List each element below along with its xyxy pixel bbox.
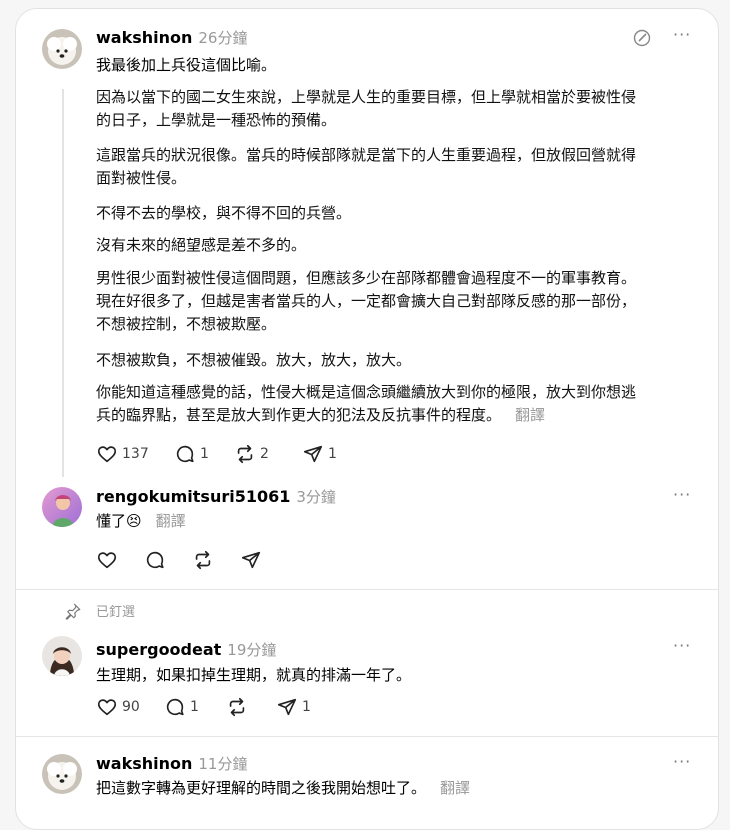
- post-time[interactable]: 3分鐘: [296, 488, 336, 506]
- send-icon: [303, 445, 323, 463]
- post-username[interactable]: wakshinon 26分鐘: [96, 27, 247, 48]
- username[interactable]: supergoodeat: [96, 640, 221, 659]
- post-username[interactable]: wakshinon 11分鐘: [96, 753, 247, 774]
- reply-count: 1: [200, 446, 209, 462]
- paragraph: 不得不去的學校，與不得不回的兵營。: [96, 204, 352, 222]
- like-button[interactable]: 90: [96, 696, 140, 718]
- repost-button[interactable]: [192, 549, 214, 571]
- like-button[interactable]: [96, 549, 118, 571]
- avatar[interactable]: [42, 29, 82, 69]
- post-time[interactable]: 26分鐘: [198, 29, 247, 47]
- reply-button[interactable]: 1: [164, 696, 199, 718]
- repost-count: 2: [260, 446, 269, 462]
- share-button[interactable]: [240, 549, 262, 571]
- share-count: 1: [328, 446, 337, 462]
- comment-icon: [166, 698, 184, 716]
- translate-link[interactable]: 翻譯: [156, 512, 186, 530]
- paragraph: 男性很少面對被性侵這個問題，但應該多少在部隊都體會過程度不一的軍事教育。 現在好很…: [96, 269, 637, 333]
- avatar[interactable]: [42, 487, 82, 527]
- username[interactable]: rengokumitsuri51061: [96, 487, 290, 506]
- repost-icon: [237, 444, 253, 464]
- pinned-label: 已釘選: [64, 601, 135, 620]
- post-username[interactable]: rengokumitsuri51061 3分鐘: [96, 486, 336, 507]
- paragraph: 沒有未來的絕望感是差不多的。: [96, 236, 307, 254]
- more-icon[interactable]: ···: [673, 485, 691, 504]
- reply-count: 1: [190, 699, 199, 715]
- comment-icon: [146, 551, 164, 569]
- share-button[interactable]: 1: [276, 696, 311, 718]
- reply-button[interactable]: [144, 549, 166, 571]
- like-count: 90: [122, 699, 140, 715]
- heart-icon: [97, 552, 117, 569]
- translate-link[interactable]: 翻譯: [440, 779, 470, 797]
- username[interactable]: wakshinon: [96, 28, 192, 47]
- like-count: 137: [122, 446, 149, 462]
- comment-icon: [176, 445, 194, 463]
- post-intro: 我最後加上兵役這個比喻。: [96, 56, 277, 74]
- thread-card: wakshinon 26分鐘 ··· 我最後加上兵役這個比喻。 因為以當下的國二女…: [15, 8, 719, 830]
- repost-icon: [195, 550, 211, 570]
- reply-button[interactable]: 1: [174, 443, 209, 465]
- post-text: 生理期，如果扣掉生理期，就真的排滿一年了。: [96, 666, 412, 684]
- heart-icon: [97, 446, 117, 463]
- divider: [16, 589, 718, 590]
- post-time[interactable]: 11分鐘: [198, 755, 247, 773]
- send-icon: [277, 698, 297, 716]
- username[interactable]: wakshinon: [96, 754, 192, 773]
- more-icon[interactable]: ···: [673, 25, 691, 44]
- more-icon[interactable]: ···: [673, 752, 691, 771]
- repost-button[interactable]: [226, 696, 248, 718]
- paragraph: 你能知道這種感覺的話，性侵大概是這個念頭繼續放大到你的極限，放大到你想逃 兵的臨…: [96, 383, 637, 424]
- more-icon[interactable]: ···: [673, 636, 691, 655]
- avatar[interactable]: [42, 636, 82, 676]
- heart-icon: [97, 699, 117, 716]
- paragraph: 這跟當兵的狀況很像。當兵的時候部隊就是當下的人生重要過程，但放假回營就得 面對被性…: [96, 146, 637, 187]
- divider: [16, 736, 718, 737]
- like-button[interactable]: 137: [96, 443, 149, 465]
- thread-line: [62, 89, 64, 477]
- edit-icon[interactable]: [632, 28, 652, 52]
- post-text: 把這數字轉為更好理解的時間之後我開始想吐了。 翻譯: [96, 779, 471, 797]
- post-time[interactable]: 19分鐘: [227, 641, 276, 659]
- repost-icon: [229, 697, 245, 717]
- post-text: 懂了😣 翻譯: [96, 512, 186, 530]
- paragraph: 不想被欺負，不想被催毀。放大，放大，放大。: [96, 351, 412, 369]
- send-icon: [241, 551, 261, 569]
- repost-button[interactable]: 2: [234, 443, 269, 465]
- translate-link[interactable]: 翻譯: [515, 406, 545, 424]
- post-username[interactable]: supergoodeat 19分鐘: [96, 639, 276, 660]
- pin-icon: [65, 603, 81, 620]
- share-button[interactable]: 1: [302, 443, 337, 465]
- share-count: 1: [302, 699, 311, 715]
- paragraph: 因為以當下的國二女生來說，上學就是人生的重要目標，但上學就相當於要被性侵 的日子，…: [96, 88, 637, 129]
- avatar[interactable]: [42, 754, 82, 794]
